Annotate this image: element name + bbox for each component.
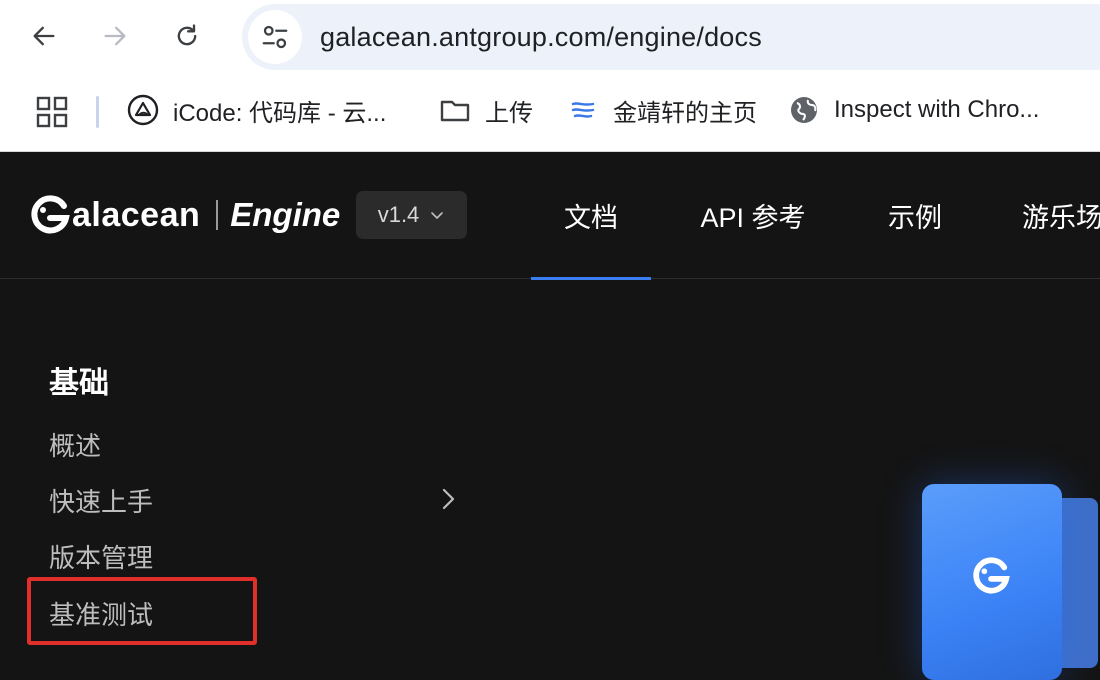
- version-label: v1.4: [377, 202, 420, 227]
- galacean-logo[interactable]: alacean Engine: [30, 185, 340, 245]
- hero-illustration: [900, 470, 1100, 680]
- bookmark-upload[interactable]: 上传: [439, 88, 533, 132]
- apps-grid-icon[interactable]: [36, 96, 68, 128]
- folder-icon: [439, 94, 471, 126]
- tune-icon: [262, 25, 288, 49]
- bookmark-homepage[interactable]: 金靖轩的主页: [567, 88, 757, 132]
- docs-sidebar: 基础 概述 快速上手 版本管理 基准测试: [0, 280, 480, 666]
- back-button[interactable]: [22, 14, 66, 58]
- globe-icon: [788, 94, 820, 126]
- nav-label: 游乐场: [1022, 203, 1100, 233]
- bookmark-icode[interactable]: iCode: 代码库 - 云...: [127, 88, 386, 132]
- sidebar-section-heading: 基础: [49, 367, 109, 400]
- galacean-mark-icon: [973, 557, 1010, 594]
- bookmarks-divider: [96, 96, 99, 128]
- bookmarks-bar: iCode: 代码库 - 云... 上传 金靖轩的主页 Inspect with…: [0, 80, 1100, 140]
- logo-wordmark: alacean: [72, 195, 201, 234]
- card-front-layer: [922, 484, 1062, 680]
- bookmark-label: Inspect with Chro...: [834, 96, 1040, 123]
- nav-label: 示例: [888, 203, 942, 233]
- nav-label: 文档: [564, 203, 618, 233]
- back-arrow-icon: [33, 26, 55, 46]
- logo-divider: [216, 200, 219, 230]
- nav-playground[interactable]: 游乐场: [1022, 152, 1100, 279]
- bookmark-inspect[interactable]: Inspect with Chro...: [788, 88, 1039, 132]
- nav-label: API 参考: [700, 203, 806, 233]
- address-bar[interactable]: galacean.antgroup.com/engine/docs: [242, 4, 1100, 70]
- browser-toolbar: galacean.antgroup.com/engine/docs iCode:…: [0, 0, 1100, 152]
- sidebar-item-overview[interactable]: 概述: [49, 426, 101, 463]
- stream-icon: [567, 94, 599, 126]
- version-select[interactable]: v1.4: [356, 191, 467, 239]
- highlight-annotation-box: [27, 577, 257, 645]
- site-header: alacean Engine v1.4 文档 API 参考 示例 游乐场: [0, 152, 1100, 280]
- galacean-logo-icon: [31, 195, 70, 234]
- icode-icon: [127, 94, 159, 126]
- bookmark-label: iCode: 代码库 - 云...: [173, 99, 387, 127]
- site-info-button[interactable]: [248, 10, 302, 64]
- reload-icon: [177, 24, 197, 46]
- logo-engine-text: Engine: [230, 196, 341, 233]
- sidebar-item-quick-start[interactable]: 快速上手: [49, 482, 153, 519]
- bookmark-label: 上传: [485, 99, 533, 127]
- chevron-down-icon: [431, 212, 444, 219]
- nav-docs[interactable]: 文档: [531, 152, 651, 280]
- sidebar-item-version-management[interactable]: 版本管理: [49, 538, 153, 575]
- reload-button[interactable]: [165, 14, 209, 58]
- url-text[interactable]: galacean.antgroup.com/engine/docs: [320, 22, 762, 53]
- bookmark-label: 金靖轩的主页: [613, 99, 757, 127]
- forward-button[interactable]: [93, 14, 137, 58]
- chevron-right-icon[interactable]: [440, 486, 458, 512]
- nav-api-reference[interactable]: API 参考: [688, 152, 818, 279]
- forward-arrow-icon: [104, 26, 126, 46]
- nav-examples[interactable]: 示例: [870, 152, 960, 279]
